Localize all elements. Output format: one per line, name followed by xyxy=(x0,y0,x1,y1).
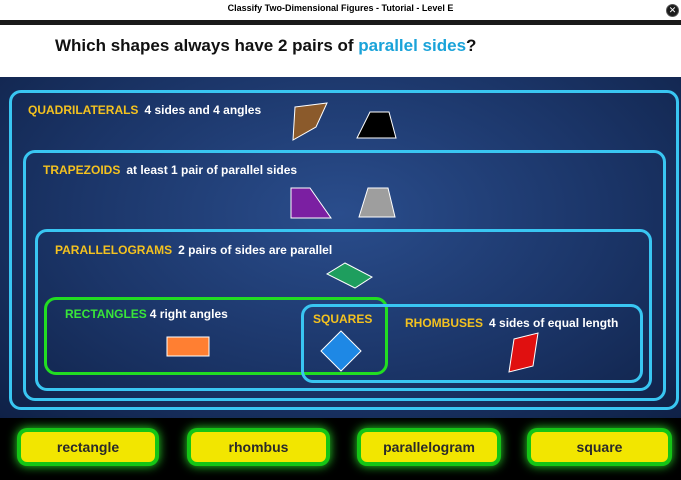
shapes-layer xyxy=(166,102,539,373)
answer-button-parallelogram[interactable]: parallelogram xyxy=(361,432,497,462)
gray-trapezoid-shape xyxy=(358,187,396,218)
black-quadrilateral-shape xyxy=(356,111,397,139)
purple-trapezoid-shape xyxy=(290,187,332,219)
green-parallelogram-shape xyxy=(325,262,373,289)
blue-square-shape xyxy=(320,330,362,372)
brown-quadrilateral-shape xyxy=(292,102,328,141)
answer-button-rhombus[interactable]: rhombus xyxy=(191,432,326,462)
orange-rectangle-shape xyxy=(166,336,210,357)
red-rhombus-shape xyxy=(508,332,539,373)
answer-button-square[interactable]: square xyxy=(531,432,668,462)
answer-button-rectangle[interactable]: rectangle xyxy=(21,432,155,462)
